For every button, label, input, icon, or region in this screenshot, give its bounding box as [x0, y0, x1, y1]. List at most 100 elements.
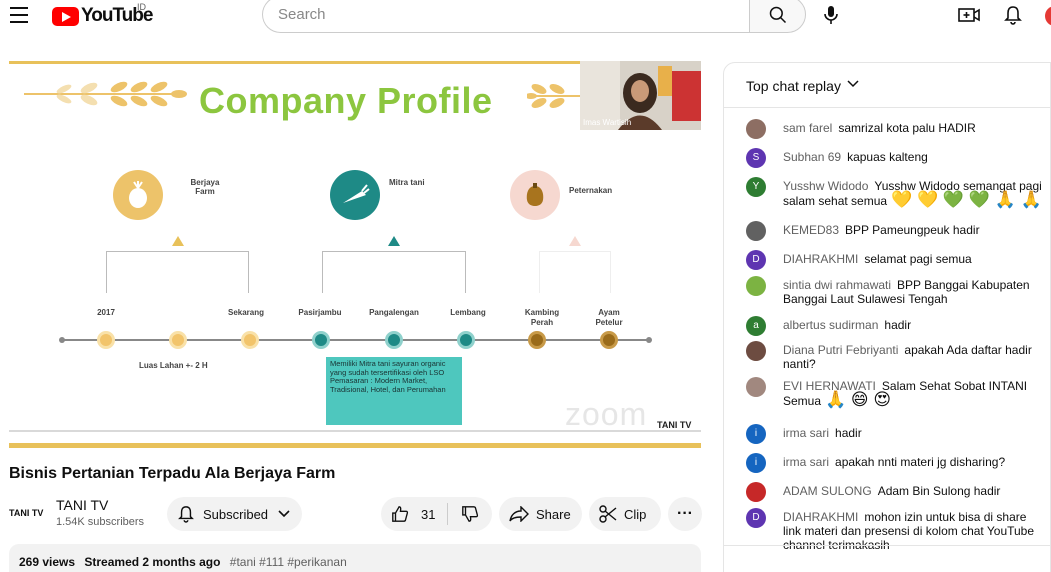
chat-mode-selector[interactable]: Top chat replay — [724, 63, 1050, 108]
chat-author[interactable]: Subhan 69 — [783, 150, 841, 164]
chat-avatar[interactable]: i — [746, 424, 766, 444]
chat-message: Diana Putri Febriyanti apakah Ada daftar … — [746, 341, 1046, 371]
chat-avatar[interactable] — [746, 221, 766, 241]
top-bar: YouTube ID — [0, 0, 1051, 33]
video-player[interactable]: Company Profile Imas Wartisih Berjaya Fa… — [9, 58, 701, 450]
chat-message: D DIAHRAKHMI selamat pagi semua — [746, 250, 1046, 270]
timeline-line — [61, 339, 649, 341]
more-icon: ··· — [677, 505, 693, 522]
carrot-icon — [330, 170, 380, 220]
chat-message: i irma sari hadir — [746, 424, 1046, 444]
bracket-line — [106, 251, 249, 293]
chat-avatar[interactable] — [746, 377, 766, 397]
chat-avatar[interactable]: a — [746, 316, 766, 336]
chat-text: hadir — [884, 318, 912, 332]
timeline-label: Kambing Perah — [524, 308, 560, 327]
thumbs-up-icon — [392, 506, 409, 522]
timeline-label: 2017 — [97, 308, 115, 317]
circle-label-berjaya: Berjaya Farm — [190, 178, 220, 196]
search-button[interactable] — [749, 0, 806, 33]
chat-avatar[interactable] — [746, 341, 766, 361]
youtube-play-icon — [52, 6, 79, 26]
chat-author[interactable]: DIAHRAKHMI — [783, 510, 858, 524]
channel-avatar[interactable]: TANI TV — [9, 503, 45, 523]
chat-message-body: sam farel samrizal kota palu HADIR — [783, 121, 1046, 135]
notifications-button[interactable] — [1000, 2, 1026, 28]
zoom-watermark: zoom — [565, 396, 648, 432]
chat-author[interactable]: irma sari — [783, 426, 829, 440]
chevron-down-icon — [847, 80, 859, 88]
like-dislike-group: 31 — [381, 497, 492, 531]
clip-button[interactable]: Clip — [589, 497, 661, 531]
chat-text: Adam Bin Sulong hadir — [877, 484, 1001, 498]
chat-message-body: Subhan 69 kapuas kalteng — [783, 150, 1046, 164]
bell-icon — [178, 506, 194, 523]
country-code: ID — [137, 2, 146, 12]
chat-avatar[interactable] — [746, 119, 766, 139]
chat-message: Y Yusshw Widodo Yusshw Widodo semangat pag… — [746, 177, 1046, 209]
timeline-dot — [169, 331, 187, 349]
chat-author[interactable]: Yusshw Widodo — [783, 179, 868, 193]
chat-avatar[interactable] — [746, 276, 766, 296]
chat-avatar[interactable]: S — [746, 148, 766, 168]
webcam-overlay: Imas Wartisih — [580, 61, 701, 130]
chat-message: KEMED83 BPP Pameungpeuk hadir — [746, 221, 1046, 241]
subscribed-label: Subscribed — [203, 506, 269, 522]
chat-avatar[interactable]: i — [746, 453, 766, 473]
chat-emoji: 💛 💛 💚 💚 🙏 🙏 — [891, 190, 1042, 209]
search-input[interactable] — [262, 0, 749, 33]
chat-author[interactable]: albertus sudirman — [783, 318, 878, 332]
chat-message-body: irma sari apakah nnti materi jg disharing… — [783, 455, 1046, 469]
chat-avatar[interactable]: D — [746, 508, 766, 528]
like-button[interactable]: 31 — [381, 503, 448, 525]
chat-avatar[interactable] — [746, 482, 766, 502]
timeline-label: Lembang — [450, 308, 486, 317]
more-actions-button[interactable]: ··· — [668, 497, 702, 531]
share-button[interactable]: Share — [499, 497, 582, 531]
triangle-marker — [569, 236, 581, 246]
land-area-note: Luas Lahan +- 2 H — [139, 361, 208, 370]
voice-search-button[interactable] — [818, 2, 844, 28]
timeline-label: Ayam Petelur — [595, 308, 623, 327]
description-box[interactable]: 269 views Streamed 2 months ago #tani #1… — [9, 544, 701, 572]
channel-name[interactable]: TANI TV — [56, 497, 108, 513]
chat-author[interactable]: sam farel — [783, 121, 832, 135]
chat-avatar[interactable]: Y — [746, 177, 766, 197]
chat-text: samrizal kota palu HADIR — [838, 121, 976, 135]
chat-message-body: DIAHRAKHMI selamat pagi semua — [783, 252, 1046, 266]
create-button[interactable] — [956, 2, 982, 28]
chat-message-body: ADAM SULONG Adam Bin Sulong hadir — [783, 484, 1046, 498]
chat-author[interactable]: KEMED83 — [783, 223, 839, 237]
bell-icon — [1004, 6, 1022, 25]
channel-avatar-text: TANI TV — [9, 508, 44, 518]
timeline-label: Pasirjambu — [298, 308, 342, 317]
bracket-line — [539, 251, 611, 293]
chat-message-body: Diana Putri Febriyanti apakah Ada daftar … — [783, 343, 1046, 371]
microphone-icon — [824, 6, 838, 24]
chat-author[interactable]: sintia dwi rahmawati — [783, 278, 891, 292]
chat-message: i irma sari apakah nnti materi jg disharin… — [746, 453, 1046, 473]
menu-icon[interactable] — [10, 7, 28, 23]
search-icon — [769, 6, 786, 23]
chat-message: sintia dwi rahmawati BPP Banggai Kabupate… — [746, 276, 1046, 306]
chat-avatar[interactable]: D — [746, 250, 766, 270]
share-label: Share — [536, 506, 571, 522]
chat-author[interactable]: DIAHRAKHMI — [783, 252, 858, 266]
chat-author[interactable]: Diana Putri Febriyanti — [783, 343, 898, 357]
account-avatar[interactable] — [1045, 6, 1051, 26]
triangle-marker — [172, 236, 184, 246]
slide-title: Company Profile — [199, 80, 493, 121]
timeline-end — [646, 337, 652, 343]
timeline-dot — [600, 331, 618, 349]
hashtags[interactable]: #tani #111 #perikanan — [230, 555, 347, 569]
tani-tv-badge: TANI TV — [655, 420, 694, 430]
timeline-dot — [528, 331, 546, 349]
triangle-marker — [388, 236, 400, 246]
chat-author[interactable]: ADAM SULONG — [783, 484, 872, 498]
timeline-dot — [97, 331, 115, 349]
subscribed-button[interactable]: Subscribed — [167, 497, 302, 531]
chat-message-body: EVI HERNAWATI Salam Sehat Sobat INTANI Se… — [783, 379, 1046, 408]
chat-author[interactable]: irma sari — [783, 455, 829, 469]
livestock-icon — [510, 170, 560, 220]
dislike-button[interactable] — [448, 505, 492, 523]
